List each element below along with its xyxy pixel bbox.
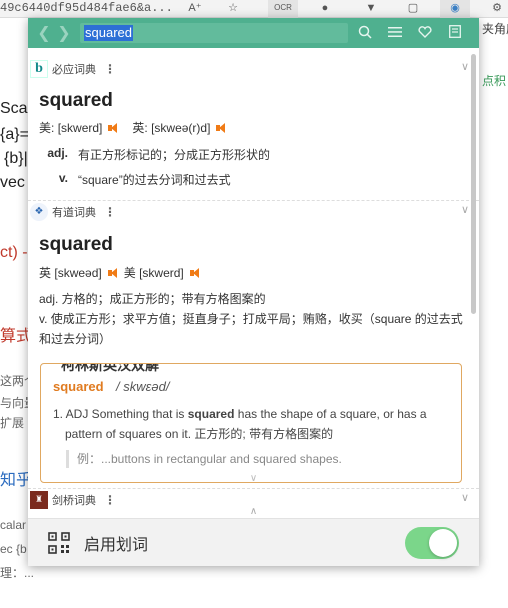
phon-label: 英:: [132, 121, 148, 135]
collins-def-bold: squared: [187, 407, 235, 421]
bing-logo-icon: b: [30, 60, 48, 78]
chevron-down-icon[interactable]: ∨: [461, 203, 469, 216]
bg-line: {b}|: [4, 150, 28, 167]
popup-header: ❮ ❯ squared: [28, 18, 479, 48]
toggle-knob: [429, 529, 457, 557]
more-options-icon[interactable]: ⋮: [104, 493, 116, 507]
phonetic: [skweəd]: [54, 265, 102, 280]
bg-line: vec: [0, 174, 25, 191]
headword: squared: [39, 90, 113, 111]
dictionary-content[interactable]: b 必应词典 ⋮ ∨ squared 美: [skwerd] 英: [skweə…: [28, 48, 479, 518]
more-options-icon[interactable]: ⋮: [104, 205, 116, 219]
chevron-down-icon[interactable]: ∨: [461, 60, 469, 73]
popup-footer: 启用划词: [28, 518, 479, 566]
bg-line: {a}=: [0, 126, 29, 143]
search-input[interactable]: squared: [80, 23, 348, 43]
bing-dict-header[interactable]: b 必应词典 ⋮ ∨: [28, 58, 479, 80]
phon-label: 美:: [39, 121, 55, 135]
collins-title: 柯林斯英汉双解: [55, 364, 165, 375]
speaker-icon[interactable]: [107, 267, 118, 278]
definition-row: adj. 有正方形标记的；分成正方形形状的: [28, 146, 479, 163]
ocr-icon: OCR: [274, 3, 292, 12]
definition-row: v. “square”的过去分词和过去式: [28, 171, 479, 188]
collins-example: 例：...buttons in rectangular and squared …: [66, 450, 449, 468]
menu-icon[interactable]: [380, 25, 410, 41]
browser-toolbar: 49c6440df95d484fae6&a... A⁺ ☆ OCR ● ▼ ▢ …: [0, 0, 508, 18]
bg-line: 扩展: [0, 416, 25, 430]
bg-line: ct) -: [0, 244, 28, 261]
enable-selection-toggle[interactable]: [405, 527, 459, 559]
reader-mode-icon[interactable]: A⁺: [186, 0, 204, 16]
url-text[interactable]: 49c6440df95d484fae6&a...: [0, 0, 173, 16]
enable-selection-label: 启用划词: [84, 536, 149, 554]
collins-section: 柯林斯英汉双解 squared / skwεəd/ 1. ADJ Somethi…: [40, 363, 462, 483]
collins-definition: 1. ADJ Something that is squared has the…: [53, 404, 449, 444]
dictionary-extension-icon: ◉: [450, 2, 460, 14]
speaker-icon[interactable]: [216, 122, 226, 133]
more-options-icon[interactable]: ⋮: [104, 62, 116, 76]
bg-line: Scal: [0, 100, 32, 117]
heart-icon[interactable]: [410, 25, 440, 41]
dict-name: 必应词典: [52, 64, 96, 76]
extension-icon[interactable]: ▢: [404, 0, 422, 16]
phonetic: [skweə(r)d]: [151, 120, 211, 135]
youdao-dict-header[interactable]: ❖ 有道词典 ⋮ ∨: [28, 200, 479, 222]
chevron-up-icon[interactable]: ∧: [28, 506, 479, 517]
definition-text: 有正方形标记的；分成正方形形状的: [78, 148, 271, 162]
collins-headword: squared: [53, 379, 104, 394]
bg-line: ec {b: [0, 542, 27, 556]
phon-label: 英: [39, 266, 52, 280]
dictionary-popup: ❮ ❯ squared b 必应词典 ⋮ ∨ squared 美: [skwer…: [28, 18, 479, 566]
part-of-speech: v.: [58, 171, 68, 185]
phonetic: [skwerd]: [139, 265, 184, 280]
pronunciation-row: 美: [skwerd] 英: [skweə(r)d]: [28, 119, 479, 136]
headword: squared: [39, 234, 113, 255]
definition-text: v. 使成正方形；求平方值；挺直身子；打成平局；贿赂，收买（square 的过去…: [39, 312, 463, 346]
bookmark-icon[interactable]: ☆: [224, 0, 242, 16]
chevron-down-icon[interactable]: ∨: [461, 491, 469, 504]
scrollbar[interactable]: [471, 54, 476, 314]
search-icon[interactable]: [350, 25, 380, 42]
extension-icon[interactable]: ⚙: [488, 0, 506, 16]
part-of-speech: adj.: [47, 146, 68, 160]
screen: 49c6440df95d484fae6&a... A⁺ ☆ OCR ● ▼ ▢ …: [0, 0, 508, 608]
speaker-icon[interactable]: [189, 267, 200, 278]
bg-line: 理：...: [0, 566, 35, 580]
collins-phonetic: / skwεəd/: [116, 379, 170, 394]
extension-icon[interactable]: ▼: [362, 0, 380, 16]
forward-arrow-icon[interactable]: ❯: [54, 23, 74, 43]
speaker-icon[interactable]: [108, 122, 118, 133]
bg-line: calar: [0, 518, 27, 532]
search-input-value: squared: [84, 25, 133, 41]
extension-icon[interactable]: ●: [316, 0, 334, 16]
back-arrow-icon[interactable]: ❮: [34, 23, 54, 43]
bg-fragment: 夹角度: [482, 22, 508, 36]
collins-def-text: 1. ADJ Something that is: [53, 407, 185, 421]
phon-label: 美: [123, 266, 136, 280]
pronunciation-row: 英 [skweəd] 美 [skwerd]: [28, 264, 479, 281]
qr-code-icon[interactable]: [48, 531, 70, 554]
bookmark-icon[interactable]: [440, 25, 470, 41]
bg-fragment: 点积: [482, 74, 507, 88]
phonetic: [skwerd]: [57, 120, 103, 135]
definition-text: “square”的过去分词和过去式: [78, 173, 231, 187]
dict-name: 有道词典: [52, 206, 96, 219]
youdao-logo-icon: ❖: [30, 202, 48, 221]
definition-text: adj. 方格的；成正方形的；带有方格图案的: [39, 292, 266, 306]
